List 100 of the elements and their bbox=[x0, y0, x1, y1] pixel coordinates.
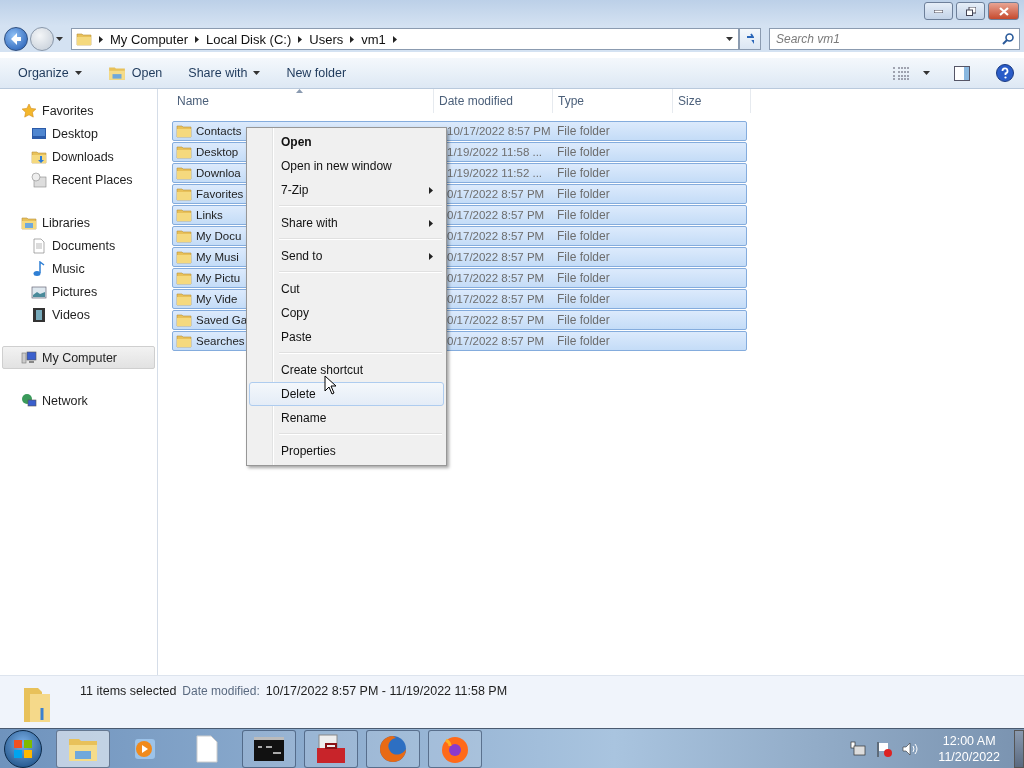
column-header[interactable]: Date modified bbox=[434, 89, 553, 113]
folder-icon bbox=[176, 207, 192, 223]
sidebar-item[interactable]: My Computer bbox=[2, 346, 155, 369]
toolbar-button[interactable]: New folder bbox=[276, 63, 357, 83]
file-name: My Vide bbox=[196, 293, 238, 305]
date-cell-text: 0/17/2022 8:57 PM bbox=[447, 314, 546, 326]
sidebar-item[interactable]: Recent Places bbox=[2, 168, 155, 191]
date-cell-text: 0/17/2022 8:57 PM bbox=[447, 188, 546, 200]
folder-icon bbox=[107, 65, 126, 81]
file-name: Links bbox=[196, 209, 223, 221]
date-cell-text: 0/17/2022 8:57 PM bbox=[447, 272, 546, 284]
download-folder-icon bbox=[31, 148, 47, 165]
folder-icon bbox=[176, 228, 192, 244]
image-icon bbox=[31, 283, 47, 300]
date-cell-text: 1/19/2022 11:58 ... bbox=[447, 146, 544, 158]
file-name: Favorites bbox=[196, 188, 244, 200]
toolbar-button[interactable]: Open bbox=[97, 62, 173, 84]
sidebar-item[interactable]: Network bbox=[2, 389, 155, 412]
type-cell-text: File folder bbox=[557, 292, 611, 306]
monitor-icon bbox=[31, 125, 47, 142]
file-name: Downloa bbox=[196, 167, 241, 179]
file-name: Searches bbox=[196, 335, 245, 347]
help-icon[interactable] bbox=[996, 64, 1014, 82]
submenu-arrow-icon bbox=[429, 219, 433, 227]
sidebar-item[interactable]: Videos bbox=[2, 303, 155, 326]
chevron-icon bbox=[392, 35, 397, 43]
sidebar-item[interactable]: Pictures bbox=[2, 280, 155, 303]
breadcrumb[interactable]: vm1 bbox=[361, 31, 386, 47]
date-cell-text: 0/17/2022 8:57 PM bbox=[447, 251, 546, 263]
speaker-icon[interactable] bbox=[902, 740, 919, 757]
folder-icon bbox=[176, 312, 192, 328]
refresh-arrows-icon bbox=[746, 33, 754, 45]
taskbar-button[interactable] bbox=[304, 729, 358, 768]
show-desktop-button[interactable] bbox=[1014, 729, 1024, 768]
back-button[interactable] bbox=[4, 27, 28, 51]
file-name: Desktop bbox=[196, 146, 239, 158]
caret-icon bbox=[74, 71, 82, 75]
cursor-icon bbox=[324, 375, 337, 395]
type-cell-text: File folder bbox=[557, 187, 611, 201]
folder-icon bbox=[176, 333, 192, 349]
column-header[interactable]: Size bbox=[673, 89, 751, 113]
file-name: My Pictu bbox=[196, 272, 241, 284]
column-header[interactable]: Type bbox=[553, 89, 673, 113]
breadcrumb[interactable]: Users bbox=[309, 31, 344, 47]
chevron-icon bbox=[99, 35, 103, 43]
submenu-arrow-icon bbox=[429, 186, 433, 194]
type-cell-text: File folder bbox=[557, 145, 611, 159]
menu-item[interactable]: Properties bbox=[249, 439, 444, 463]
chevron-icon bbox=[350, 35, 355, 43]
flag-icon[interactable] bbox=[876, 740, 893, 757]
menu-item[interactable]: Create shortcut bbox=[249, 358, 444, 382]
restore-button[interactable] bbox=[956, 2, 985, 20]
close-button[interactable] bbox=[988, 2, 1019, 20]
history-caret-icon bbox=[56, 37, 63, 41]
folder-icon bbox=[76, 31, 92, 47]
date-cell-text: 0/17/2022 8:57 PM bbox=[447, 209, 546, 221]
breadcrumb[interactable]: Local Disk (C:) bbox=[206, 31, 292, 47]
globe-icon bbox=[378, 733, 408, 764]
folder-icon bbox=[176, 291, 192, 307]
star-icon bbox=[21, 102, 37, 119]
file-name: My Musi bbox=[196, 251, 239, 263]
search-field[interactable]: Search vm1 bbox=[769, 28, 1020, 50]
date-cell-text: 1/19/2022 11:52 ... bbox=[447, 167, 544, 179]
submenu-arrow-icon bbox=[429, 252, 433, 260]
sidebar-item[interactable]: Libraries bbox=[2, 211, 155, 234]
sidebar-item[interactable]: Music bbox=[2, 257, 155, 280]
preview-pane-icon[interactable] bbox=[954, 65, 970, 81]
address-field[interactable]: My Computer Local Disk (C:) Users vm1 bbox=[71, 28, 739, 50]
folder-icon bbox=[176, 144, 192, 160]
dropdown-caret-icon bbox=[725, 37, 733, 41]
sidebar-item[interactable]: Downloads bbox=[2, 145, 155, 168]
sidebar-item[interactable]: Favorites bbox=[2, 99, 155, 122]
sidebar-item[interactable]: Documents bbox=[2, 234, 155, 257]
search-icon bbox=[1002, 33, 1014, 45]
view-caret-icon bbox=[923, 71, 930, 75]
file-name: Saved Ga bbox=[196, 314, 248, 326]
breadcrumb[interactable]: My Computer bbox=[110, 31, 189, 47]
type-cell-text: File folder bbox=[557, 166, 611, 180]
network-status-icon[interactable] bbox=[850, 740, 867, 757]
taskbar-button[interactable] bbox=[242, 729, 296, 768]
menu-item[interactable]: Delete bbox=[249, 382, 444, 406]
toolbar-button[interactable]: Organize bbox=[8, 63, 92, 83]
file-name: Contacts bbox=[196, 125, 242, 137]
folder-icon bbox=[176, 186, 192, 202]
type-cell-text: File folder bbox=[557, 124, 611, 138]
refresh-button[interactable] bbox=[739, 28, 761, 50]
toolbox-icon bbox=[315, 733, 347, 764]
sidebar-item[interactable]: Desktop bbox=[2, 122, 155, 145]
selection-count: 11 items selected bbox=[80, 684, 177, 698]
start-button[interactable] bbox=[4, 729, 42, 768]
music-note-icon bbox=[31, 260, 47, 277]
type-cell-text: File folder bbox=[557, 334, 611, 348]
blank-page-icon bbox=[195, 734, 219, 763]
type-cell-text: File folder bbox=[557, 208, 611, 222]
menu-item[interactable]: Send to bbox=[249, 244, 444, 268]
chevron-icon bbox=[298, 35, 303, 43]
toolbar-button[interactable]: Share with bbox=[178, 63, 271, 83]
menu-item[interactable]: Rename bbox=[249, 406, 444, 430]
windows-logo-icon bbox=[14, 739, 32, 758]
date-cell-text: 0/17/2022 8:57 PM bbox=[447, 230, 546, 242]
